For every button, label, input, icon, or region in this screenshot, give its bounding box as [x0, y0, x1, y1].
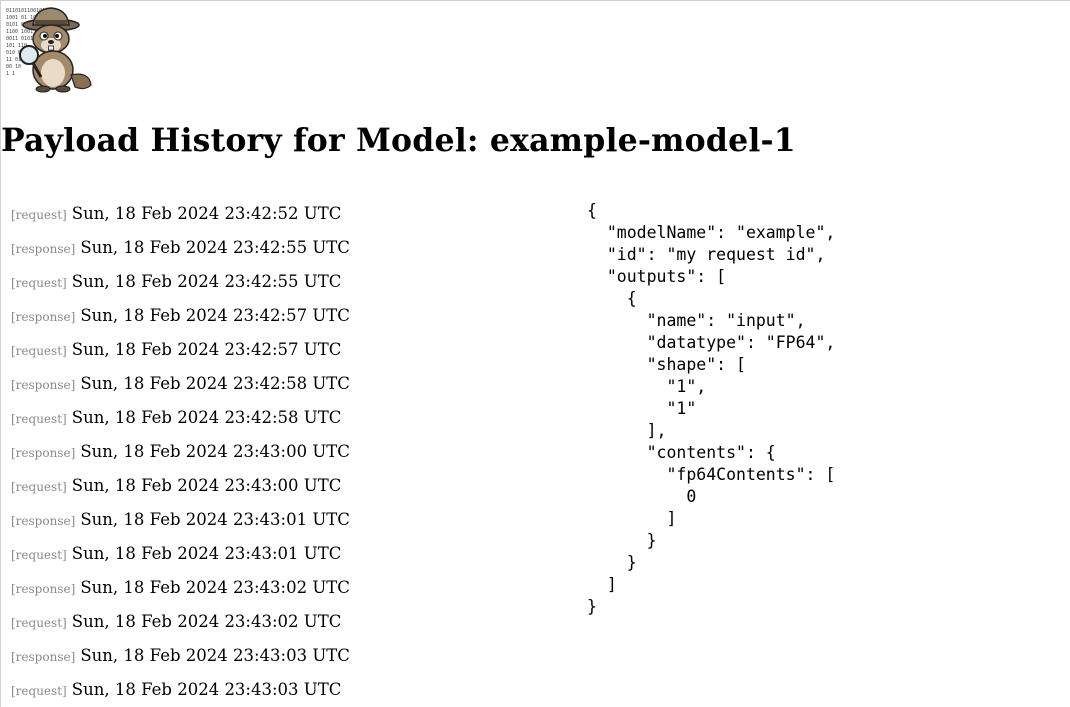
groundhog-detective-logo: 0110101100101011 1001 01 1010 0101 0110 …: [5, 5, 97, 93]
history-entry[interactable]: [request] Sun, 18 Feb 2024 23:43:03 UTC: [11, 679, 571, 707]
entry-timestamp: Sun, 18 Feb 2024 23:43:01 UTC: [80, 510, 350, 529]
svg-text:11 01: 11 01: [6, 57, 21, 63]
svg-text:1100 1001: 1100 1001: [6, 29, 33, 35]
entry-timestamp: Sun, 18 Feb 2024 23:43:02 UTC: [80, 578, 350, 597]
entry-kind-label: [request]: [11, 480, 67, 494]
payload-history-list: [request] Sun, 18 Feb 2024 23:42:52 UTC[…: [11, 203, 571, 707]
entry-kind-label: [request]: [11, 548, 67, 562]
history-entry[interactable]: [request] Sun, 18 Feb 2024 23:43:01 UTC: [11, 543, 571, 577]
svg-text:1 1: 1 1: [6, 71, 15, 77]
entry-timestamp: Sun, 18 Feb 2024 23:43:00 UTC: [80, 442, 350, 461]
history-entry[interactable]: [response] Sun, 18 Feb 2024 23:43:00 UTC: [11, 441, 571, 475]
history-entry[interactable]: [response] Sun, 18 Feb 2024 23:42:55 UTC: [11, 237, 571, 271]
entry-timestamp: Sun, 18 Feb 2024 23:43:01 UTC: [71, 544, 342, 563]
entry-timestamp: Sun, 18 Feb 2024 23:42:55 UTC: [71, 272, 342, 291]
entry-timestamp: Sun, 18 Feb 2024 23:42:57 UTC: [80, 306, 350, 325]
history-entry[interactable]: [request] Sun, 18 Feb 2024 23:43:00 UTC: [11, 475, 571, 509]
entry-timestamp: Sun, 18 Feb 2024 23:43:03 UTC: [71, 680, 342, 699]
history-entry[interactable]: [response] Sun, 18 Feb 2024 23:43:03 UTC: [11, 645, 571, 679]
entry-kind-label: [response]: [11, 650, 76, 664]
entry-kind-label: [response]: [11, 242, 76, 256]
entry-kind-label: [request]: [11, 208, 67, 222]
entry-timestamp: Sun, 18 Feb 2024 23:42:55 UTC: [80, 238, 350, 257]
history-entry[interactable]: [response] Sun, 18 Feb 2024 23:43:02 UTC: [11, 577, 571, 611]
history-entry[interactable]: [request] Sun, 18 Feb 2024 23:42:52 UTC: [11, 203, 571, 237]
history-entry[interactable]: [response] Sun, 18 Feb 2024 23:42:58 UTC: [11, 373, 571, 407]
svg-text:00 10: 00 10: [6, 64, 21, 70]
entry-timestamp: Sun, 18 Feb 2024 23:43:02 UTC: [71, 612, 342, 631]
history-entry[interactable]: [request] Sun, 18 Feb 2024 23:43:02 UTC: [11, 611, 571, 645]
entry-timestamp: Sun, 18 Feb 2024 23:42:58 UTC: [71, 408, 342, 427]
entry-timestamp: Sun, 18 Feb 2024 23:42:52 UTC: [71, 204, 342, 223]
entry-kind-label: [request]: [11, 616, 67, 630]
history-entry[interactable]: [request] Sun, 18 Feb 2024 23:42:55 UTC: [11, 271, 571, 305]
entry-kind-label: [request]: [11, 412, 67, 426]
entry-timestamp: Sun, 18 Feb 2024 23:43:03 UTC: [80, 646, 350, 665]
page-title: Payload History for Model: example-model…: [1, 122, 796, 159]
entry-kind-label: [request]: [11, 684, 67, 698]
entry-timestamp: Sun, 18 Feb 2024 23:43:00 UTC: [71, 476, 342, 495]
entry-kind-label: [request]: [11, 276, 67, 290]
entry-timestamp: Sun, 18 Feb 2024 23:42:58 UTC: [80, 374, 350, 393]
entry-kind-label: [response]: [11, 446, 76, 460]
history-entry[interactable]: [request] Sun, 18 Feb 2024 23:42:58 UTC: [11, 407, 571, 441]
entry-kind-label: [response]: [11, 582, 76, 596]
svg-text:0011 0101: 0011 0101: [6, 36, 33, 42]
entry-timestamp: Sun, 18 Feb 2024 23:42:57 UTC: [71, 340, 342, 359]
history-entry[interactable]: [response] Sun, 18 Feb 2024 23:43:01 UTC: [11, 509, 571, 543]
history-entry[interactable]: [response] Sun, 18 Feb 2024 23:42:57 UTC: [11, 305, 571, 339]
entry-kind-label: [response]: [11, 514, 76, 528]
entry-kind-label: [request]: [11, 344, 67, 358]
history-entry[interactable]: [request] Sun, 18 Feb 2024 23:42:57 UTC: [11, 339, 571, 373]
entry-kind-label: [response]: [11, 310, 76, 324]
payload-json-view: { "modelName": "example", "id": "my requ…: [587, 201, 836, 616]
entry-kind-label: [response]: [11, 378, 76, 392]
